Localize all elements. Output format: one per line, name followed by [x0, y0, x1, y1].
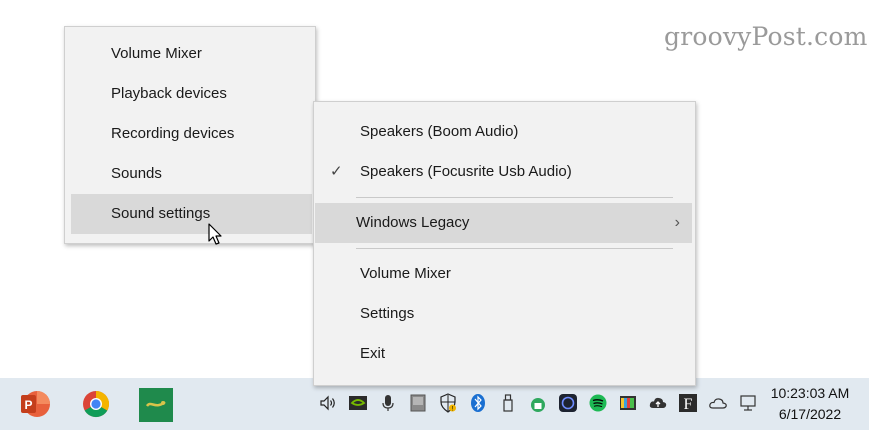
speaker-icon[interactable]: [318, 393, 338, 413]
bluetooth-icon[interactable]: [468, 393, 488, 413]
powerpoint-icon[interactable]: P: [16, 384, 56, 424]
menu-item-speakers-focusrite[interactable]: ✓ Speakers (Focusrite Usb Audio): [320, 152, 691, 192]
f-icon[interactable]: F: [678, 393, 698, 413]
svg-text:F: F: [684, 396, 693, 413]
check-icon: ✓: [330, 163, 343, 180]
mouse-cursor-icon: [208, 223, 222, 245]
menu-item-recording-devices[interactable]: Recording devices: [71, 114, 311, 154]
menu-item-label: Volume Mixer: [360, 265, 451, 282]
menu-item-exit[interactable]: Exit: [320, 334, 691, 374]
colorbars-icon[interactable]: [618, 393, 638, 413]
svg-text:P: P: [24, 398, 32, 412]
menu-separator: [356, 197, 673, 198]
audio-device-menu: Speakers (Boom Audio) ✓ Speakers (Focusr…: [313, 101, 696, 386]
menu-item-sound-settings[interactable]: Sound settings: [71, 194, 312, 234]
menu-item-label: Volume Mixer: [111, 45, 202, 62]
onedrive-icon[interactable]: [708, 393, 728, 413]
app-icon[interactable]: [558, 393, 578, 413]
drive-icon[interactable]: [408, 393, 428, 413]
menu-item-label: Speakers (Focusrite Usb Audio): [360, 163, 572, 180]
clock-date: 6/17/2022: [778, 406, 842, 422]
menu-item-label: Sounds: [111, 165, 162, 182]
menu-item-label: Settings: [360, 305, 415, 322]
menu-item-settings[interactable]: Settings: [320, 294, 691, 334]
menu-item-volume-mixer[interactable]: Volume Mixer: [71, 34, 311, 74]
menu-separator: [356, 248, 673, 249]
menu-item-speakers-boom[interactable]: Speakers (Boom Audio): [320, 112, 691, 152]
chevron-right-icon: ›: [674, 214, 680, 231]
system-clock[interactable]: 10:23:03 AM 6/17/2022: [765, 383, 855, 425]
menu-item-sounds[interactable]: Sounds: [71, 154, 311, 194]
chrome-icon[interactable]: [76, 384, 116, 424]
menu-item-label: Playback devices: [111, 85, 227, 102]
menu-item-label: Windows Legacy: [356, 214, 470, 231]
menu-item-label: Speakers (Boom Audio): [360, 123, 519, 140]
menu-item-label: Exit: [360, 345, 386, 362]
spotify-icon[interactable]: [588, 393, 608, 413]
menu-item-label: Recording devices: [111, 125, 235, 142]
security-icon[interactable]: !: [438, 393, 458, 413]
network-icon[interactable]: [738, 393, 758, 413]
menu-item-volume-mixer[interactable]: Volume Mixer: [320, 254, 691, 294]
lock-icon[interactable]: [528, 393, 548, 413]
cloud-upload-icon[interactable]: [648, 393, 668, 413]
menu-item-playback-devices[interactable]: Playback devices: [71, 74, 311, 114]
usb-icon[interactable]: [498, 393, 518, 413]
clock-time: 10:23:03 AM: [770, 385, 850, 401]
menu-item-label: Sound settings: [111, 205, 211, 222]
watermark: groovyPost.com: [664, 22, 868, 51]
microphone-icon[interactable]: [378, 393, 398, 413]
app-icon[interactable]: [139, 388, 173, 422]
nvidia-icon[interactable]: [348, 393, 368, 413]
sound-context-menu: Volume Mixer Playback devices Recording …: [64, 26, 316, 244]
menu-item-windows-legacy[interactable]: Windows Legacy ›: [315, 203, 692, 243]
